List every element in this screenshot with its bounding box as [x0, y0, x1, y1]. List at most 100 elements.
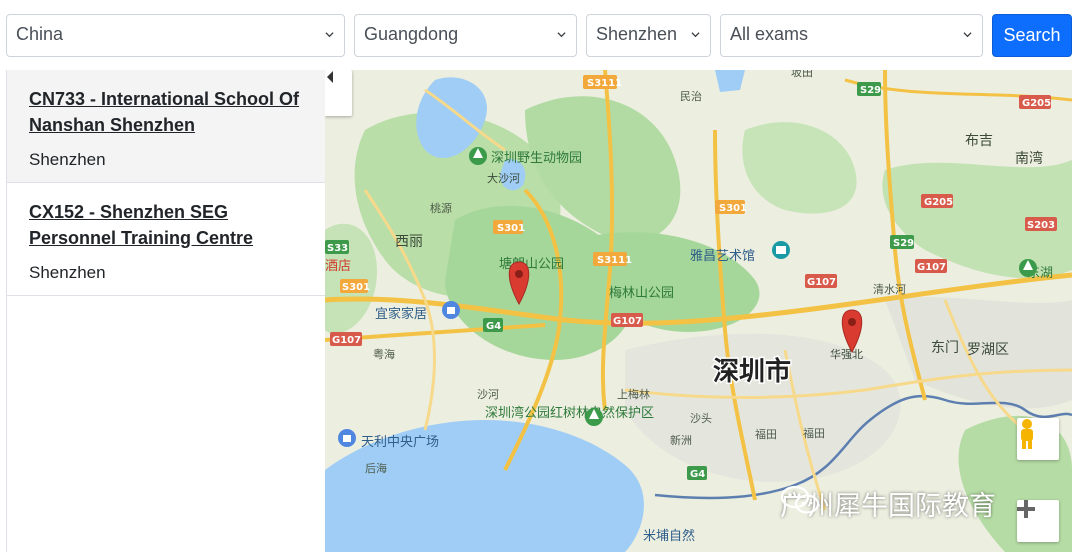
tree-poi-icon	[1019, 259, 1037, 277]
road-shield: S203	[1025, 217, 1057, 231]
map-label: 桃源	[430, 201, 452, 215]
shopping-poi-icon	[442, 301, 460, 319]
chevron-down-icon	[557, 32, 566, 38]
road-shield: S3111	[593, 252, 632, 266]
map-label: 梅林山公园	[609, 286, 674, 301]
plus-icon	[1017, 500, 1035, 518]
road-shield: S301	[340, 279, 370, 293]
map-label: 大沙河	[487, 171, 520, 185]
street-view-button[interactable]	[1017, 418, 1059, 460]
map-label: 布吉	[965, 133, 993, 149]
svg-text:G4: G4	[690, 469, 705, 480]
svg-text:S301: S301	[342, 282, 370, 293]
map-label: 南湾	[1015, 150, 1043, 167]
map-label: 天利中央广场	[361, 435, 439, 450]
province-select[interactable]: Guangdong	[354, 14, 577, 57]
road-shield: G205	[1019, 95, 1051, 109]
svg-text:G205: G205	[924, 197, 953, 208]
road-shield: S301	[715, 200, 747, 214]
svg-text:G107: G107	[613, 316, 642, 327]
map-label: 雅昌艺术馆	[690, 249, 755, 264]
results-list: CN733 - International School Of Nanshan …	[6, 70, 326, 552]
road-shield: G107	[805, 274, 837, 288]
filter-bar: China Guangdong Shenzhen All exams Searc…	[0, 0, 1080, 66]
result-city: Shenzhen	[29, 150, 106, 169]
map-label: 新洲	[670, 433, 692, 447]
road-shield: G205	[921, 194, 953, 208]
tree-poi-icon	[585, 408, 603, 426]
road-shield: G4	[687, 466, 707, 480]
result-title-link[interactable]: CN733 - International School Of Nanshan …	[29, 86, 303, 138]
result-item[interactable]: CX152 - Shenzhen SEG Personnel Training …	[7, 183, 325, 296]
map-city-label: 深圳市	[713, 356, 791, 387]
caret-left-icon	[327, 71, 333, 83]
road-shield: G107	[330, 332, 362, 346]
map-label: 福田	[803, 426, 825, 440]
map-label: 后海	[365, 461, 387, 475]
road-shield: S301	[493, 220, 525, 234]
road-shield: G4	[483, 318, 503, 332]
road-shield: S29	[857, 82, 881, 96]
map-view[interactable]: S3111 S301 S3111 S301 S29 S29 G205 G205 …	[325, 70, 1072, 552]
svg-text:S3111: S3111	[587, 78, 622, 89]
map-label: 东门	[931, 340, 959, 356]
road-shield: S3111	[583, 75, 622, 89]
zoom-in-button[interactable]	[1017, 500, 1059, 542]
map-label: 民治	[680, 89, 702, 103]
road-shield: S33	[325, 240, 349, 254]
pegman-icon	[1021, 419, 1033, 449]
svg-text:S3111: S3111	[597, 255, 632, 266]
tree-poi-icon	[469, 147, 487, 165]
collapse-panel-button[interactable]	[325, 70, 352, 116]
svg-text:S33: S33	[327, 243, 348, 254]
svg-text:G107: G107	[807, 277, 836, 288]
map-label: 米埔自然	[643, 528, 695, 544]
chevron-down-icon	[691, 32, 700, 38]
svg-text:G107: G107	[332, 335, 361, 346]
map-label: 福田	[755, 427, 777, 441]
chevron-down-icon	[963, 32, 972, 38]
city-select[interactable]: Shenzhen	[586, 14, 711, 57]
map-label: 罗湖区	[967, 342, 1009, 358]
map-label: 酒店	[325, 259, 351, 274]
museum-poi-icon	[772, 241, 790, 259]
map-label: 沙河	[477, 388, 499, 401]
watermark: 广州犀牛国际教育	[780, 484, 996, 523]
city-select-value: Shenzhen	[596, 24, 678, 44]
map-label: 华强北	[830, 347, 863, 361]
road-shield: S29	[890, 235, 914, 249]
map-label: 上梅林	[617, 387, 650, 401]
svg-text:S29: S29	[860, 85, 881, 96]
svg-text:S301: S301	[497, 223, 525, 234]
search-button[interactable]: Search	[992, 14, 1072, 57]
svg-text:S203: S203	[1027, 220, 1055, 231]
svg-text:G205: G205	[1022, 98, 1051, 109]
map-label: 西丽	[395, 234, 423, 250]
map-label: 坂田	[791, 70, 813, 79]
svg-text:G4: G4	[486, 321, 501, 332]
map-label: 宜家家居	[375, 306, 427, 322]
map-label: 沙头	[690, 412, 712, 425]
exam-select[interactable]: All exams	[720, 14, 983, 57]
country-select[interactable]: China	[6, 14, 345, 57]
map-label: 塘朗山公园	[499, 256, 564, 272]
map-canvas[interactable]: S3111 S301 S3111 S301 S29 S29 G205 G205 …	[325, 70, 1072, 552]
exam-select-value: All exams	[730, 24, 809, 44]
result-item[interactable]: CN733 - International School Of Nanshan …	[7, 70, 325, 183]
map-label: 粤海	[373, 347, 395, 361]
shopping-poi-icon	[338, 429, 356, 447]
map-label: 深圳野生动物园	[491, 151, 582, 166]
chevron-down-icon	[325, 32, 334, 38]
province-select-value: Guangdong	[364, 24, 459, 44]
country-select-value: China	[16, 24, 64, 44]
svg-text:G107: G107	[917, 262, 946, 273]
svg-text:S301: S301	[719, 203, 747, 214]
result-city: Shenzhen	[29, 263, 106, 282]
wechat-icon	[780, 485, 820, 514]
result-title-link[interactable]: CX152 - Shenzhen SEG Personnel Training …	[29, 199, 303, 251]
road-shield: G107	[611, 313, 643, 327]
road-shield: G107	[915, 259, 947, 273]
map-label: 清水河	[873, 283, 906, 296]
map-label: 深圳湾公园红树林自然保护区	[485, 405, 654, 421]
svg-text:S29: S29	[893, 238, 914, 249]
